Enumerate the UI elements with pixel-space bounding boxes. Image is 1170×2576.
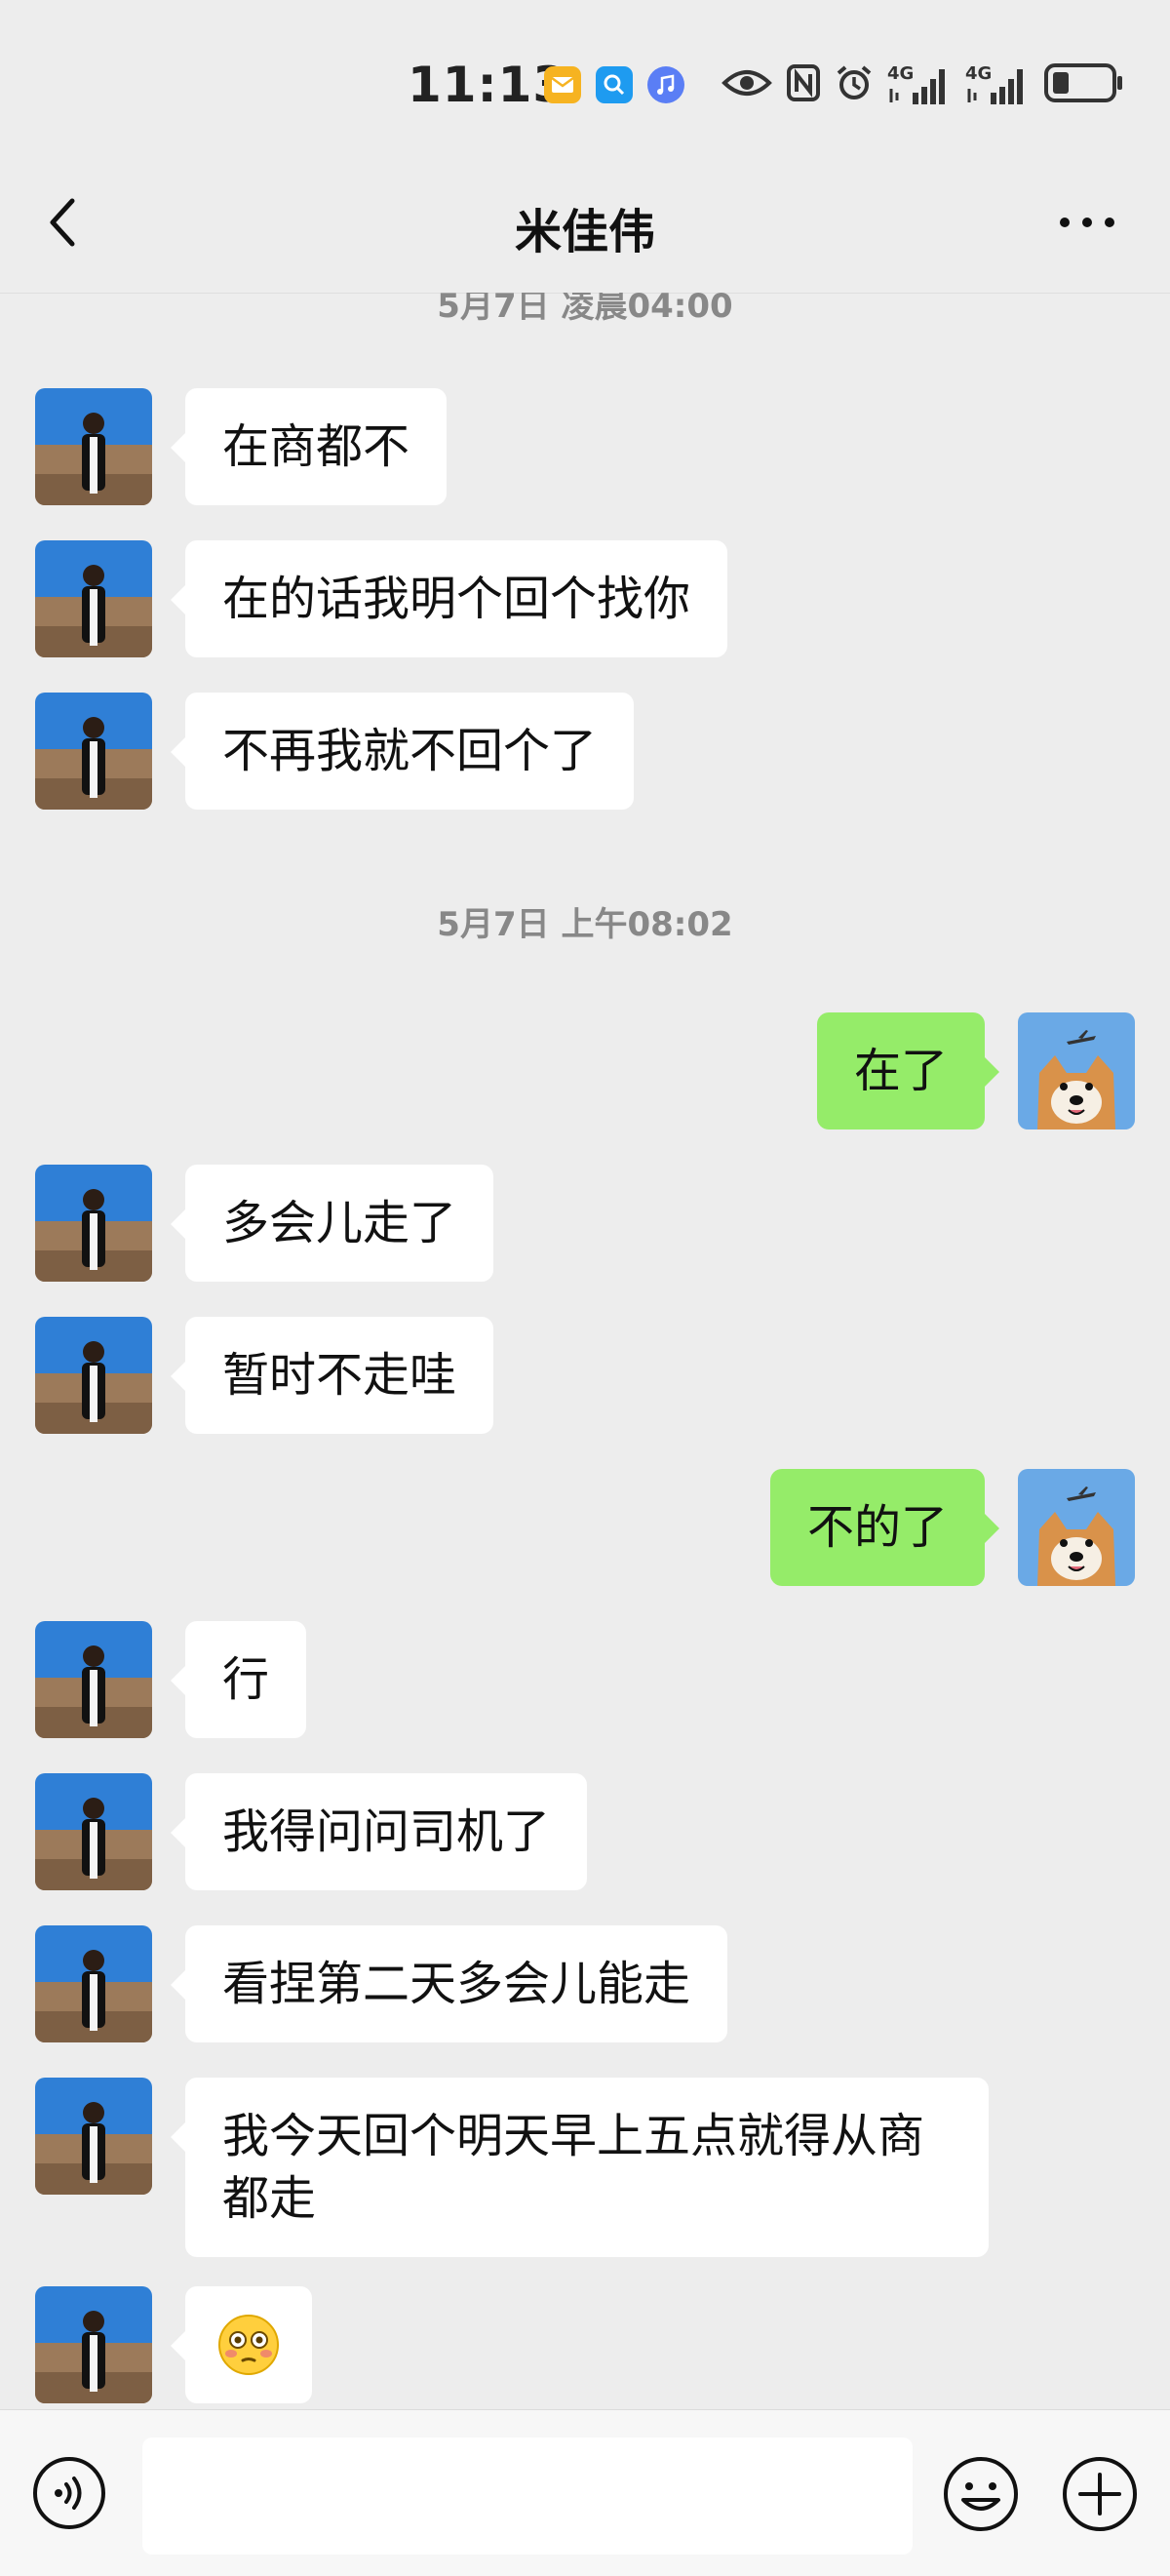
chat-messages[interactable]: 5月7日 凌晨04:00 在商都不 在的话我明个回个找你 不再我就不回个了 5月… [0, 293, 1170, 2409]
contact-avatar[interactable] [35, 1925, 152, 2042]
message-bubble-received[interactable]: 看捏第二天多会儿能走 [170, 1925, 728, 2042]
contact-avatar[interactable] [35, 2286, 152, 2403]
contact-avatar[interactable] [35, 540, 152, 657]
message-bubble-received[interactable]: 我今天回个明天早上五点就得从商都走 [171, 2078, 989, 2257]
battery-icon [1043, 62, 1125, 107]
message-bubble-received[interactable]: 我得问问司机了 [170, 1773, 588, 1890]
message-bubble-received[interactable]: 不再我就不回个了 [170, 693, 635, 810]
user-avatar[interactable] [1018, 1469, 1135, 1586]
contact-avatar[interactable] [35, 1165, 152, 1282]
system-status-icons: 4G 4G [722, 60, 1125, 109]
signal-4g-icon: 4G [887, 63, 952, 106]
more-options-icon[interactable] [1053, 193, 1121, 252]
message-bubble-received[interactable]: 多会儿走了 [170, 1165, 494, 1282]
status-bar: 11:13 4G 4G [0, 0, 1170, 156]
message-bubble-received[interactable]: 暂时不走哇 [170, 1317, 494, 1434]
contact-avatar[interactable] [35, 1621, 152, 1738]
signal-4g-icon: 4G [965, 63, 1030, 106]
message-bubble-sent[interactable]: 在了 [816, 1012, 1000, 1129]
music-app-icon [647, 66, 684, 103]
plus-circle-icon[interactable] [1061, 2455, 1139, 2533]
message-bubble-received[interactable]: 在的话我明个回个找你 [170, 540, 728, 657]
contact-avatar[interactable] [35, 2078, 152, 2195]
voice-input-icon[interactable] [31, 2455, 107, 2531]
nfc-icon [786, 63, 821, 106]
contact-avatar[interactable] [35, 1317, 152, 1434]
chat-title: 米佳伟 [514, 205, 655, 259]
flushed-face-emoji-icon [217, 2314, 280, 2392]
message-bubble-received[interactable] [171, 2286, 312, 2403]
emoji-smile-icon[interactable] [942, 2455, 1020, 2533]
contact-avatar[interactable] [35, 1773, 152, 1890]
message-timestamp: 5月7日 上午08:02 [437, 905, 733, 944]
contact-avatar[interactable] [35, 388, 152, 505]
message-bubble-received[interactable]: 行 [170, 1621, 307, 1738]
user-avatar[interactable] [1018, 1012, 1135, 1129]
contact-avatar[interactable] [35, 693, 152, 810]
mail-app-icon [544, 66, 581, 103]
message-input-bar [0, 2409, 1170, 2576]
message-input[interactable] [142, 2437, 913, 2555]
message-timestamp: 5月7日 凌晨04:00 [437, 293, 733, 326]
alarm-icon [835, 63, 874, 106]
chat-header: 米佳伟 [0, 166, 1170, 294]
eye-icon [722, 65, 772, 104]
search-app-icon [596, 66, 633, 103]
message-bubble-sent[interactable]: 不的了 [769, 1469, 1000, 1586]
message-bubble-received[interactable]: 在商都不 [170, 388, 448, 505]
